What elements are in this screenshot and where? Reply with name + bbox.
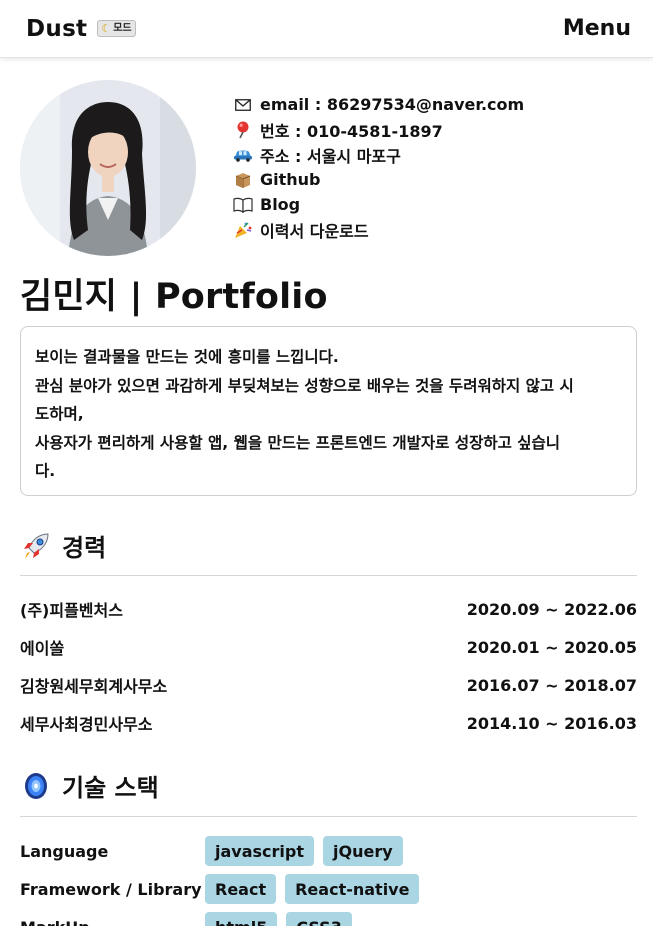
skills-title-label: 기술 스택 bbox=[62, 774, 159, 802]
career-period: 2020.09 ~ 2022.06 bbox=[466, 599, 637, 619]
intro-line: 도하며, bbox=[35, 405, 84, 423]
career-company: 에이쏠 bbox=[20, 639, 65, 658]
book-icon bbox=[232, 197, 254, 213]
skill-tags: React React-native bbox=[205, 874, 420, 904]
blog-link[interactable]: Blog bbox=[232, 192, 524, 217]
intro-box: 보이는 결과물을 만드는 것에 흥미를 느낍니다. 관심 분야가 있으면 과감하… bbox=[20, 326, 637, 496]
skill-tags: html5 CSS3 bbox=[205, 912, 352, 926]
brand-title[interactable]: Dust bbox=[26, 16, 87, 42]
career-list: (주)피플벤처스 2020.09 ~ 2022.06 에이쏠 2020.01 ~… bbox=[20, 590, 637, 742]
brand: Dust ☾ 모드 bbox=[26, 16, 136, 42]
career-period: 2020.01 ~ 2020.05 bbox=[466, 637, 637, 657]
skill-tag: CSS3 bbox=[286, 912, 352, 926]
career-period: 2014.10 ~ 2016.03 bbox=[466, 713, 637, 733]
skill-row-language: Language javascript jQuery bbox=[20, 832, 637, 870]
contact-phone: 번호 : 010-4581-1897 bbox=[232, 117, 524, 142]
skill-category-label: Framework / Library bbox=[20, 879, 202, 899]
contact-phone-label: 번호 : 010-4581-1897 bbox=[260, 121, 443, 141]
car-icon bbox=[232, 148, 254, 162]
contact-address-label: 주소 : 서울시 마포구 bbox=[260, 146, 401, 166]
career-item: 세무사최경민사무소 2014.10 ~ 2016.03 bbox=[20, 704, 637, 742]
skill-category-label: MarkUp bbox=[20, 918, 205, 926]
career-company: 세무사최경민사무소 bbox=[20, 715, 153, 734]
skill-tag: jQuery bbox=[323, 836, 403, 866]
intro-line: 보이는 결과물을 만드는 것에 흥미를 느낍니다. bbox=[35, 348, 339, 366]
rocket-icon bbox=[20, 531, 52, 561]
pin-icon bbox=[232, 121, 254, 139]
career-divider bbox=[20, 575, 637, 576]
party-popper-icon bbox=[232, 221, 254, 239]
moon-icon: ☾ bbox=[101, 22, 112, 35]
skills-section-title: 기술 스택 bbox=[20, 768, 159, 803]
intro-line: 관심 분야가 있으면 과감하게 부딪쳐보는 성향으로 배우는 것을 두려워하지 … bbox=[35, 376, 574, 395]
blog-link-label: Blog bbox=[260, 195, 301, 214]
intro-line: 다. bbox=[35, 462, 56, 480]
career-item: 에이쏠 2020.01 ~ 2020.05 bbox=[20, 628, 637, 666]
skill-tags: javascript jQuery bbox=[205, 836, 403, 866]
box-icon bbox=[232, 171, 254, 189]
envelope-icon bbox=[232, 98, 254, 111]
career-period: 2016.07 ~ 2018.07 bbox=[466, 675, 637, 695]
intro-line: 사용자가 편리하게 사용할 앱, 웹을 만드는 프론트엔드 개발자로 성장하고 … bbox=[35, 433, 561, 452]
skill-category-label: Language bbox=[20, 841, 109, 861]
skill-row-framework: Framework / Library React React-native bbox=[20, 870, 637, 908]
career-section-title: 경력 bbox=[20, 528, 106, 563]
galaxy-icon bbox=[20, 771, 52, 801]
skill-tag: React-native bbox=[285, 874, 420, 904]
contact-email-label: email : 86297534@naver.com bbox=[260, 95, 525, 114]
skill-tag: React bbox=[205, 874, 277, 904]
career-title-label: 경력 bbox=[62, 534, 107, 562]
contact-email: email : 86297534@naver.com bbox=[232, 92, 524, 117]
theme-mode-toggle[interactable]: ☾ 모드 bbox=[97, 20, 136, 37]
skill-tag: javascript bbox=[205, 836, 314, 866]
skills-list: Language javascript jQuery Framework / L… bbox=[20, 832, 637, 926]
resume-download-link[interactable]: 이력서 다운로드 bbox=[232, 217, 524, 242]
career-item: (주)피플벤처스 2020.09 ~ 2022.06 bbox=[20, 590, 637, 628]
github-link-label: Github bbox=[260, 170, 321, 189]
top-navbar: Dust ☾ 모드 Menu bbox=[0, 0, 653, 58]
resume-download-label: 이력서 다운로드 bbox=[260, 221, 369, 241]
career-item: 김창원세무회계사무소 2016.07 ~ 2018.07 bbox=[20, 666, 637, 704]
github-link[interactable]: Github bbox=[232, 167, 524, 192]
page-title: 김민지 | Portfolio bbox=[20, 277, 328, 317]
skill-row-markup: MarkUp html5 CSS3 bbox=[20, 908, 637, 926]
menu-button[interactable]: Menu bbox=[563, 16, 631, 41]
skills-divider bbox=[20, 816, 637, 817]
mode-badge-label: 모드 bbox=[113, 23, 132, 34]
career-company: 김창원세무회계사무소 bbox=[20, 677, 168, 696]
contact-list: email : 86297534@naver.com 번호 : 010-4581… bbox=[232, 92, 524, 242]
avatar bbox=[20, 80, 196, 256]
skill-tag: html5 bbox=[205, 912, 278, 926]
contact-address: 주소 : 서울시 마포구 bbox=[232, 142, 524, 167]
career-company: (주)피플벤처스 bbox=[20, 601, 123, 620]
profile-photo bbox=[20, 80, 196, 256]
profile-section: email : 86297534@naver.com 번호 : 010-4581… bbox=[20, 80, 633, 256]
